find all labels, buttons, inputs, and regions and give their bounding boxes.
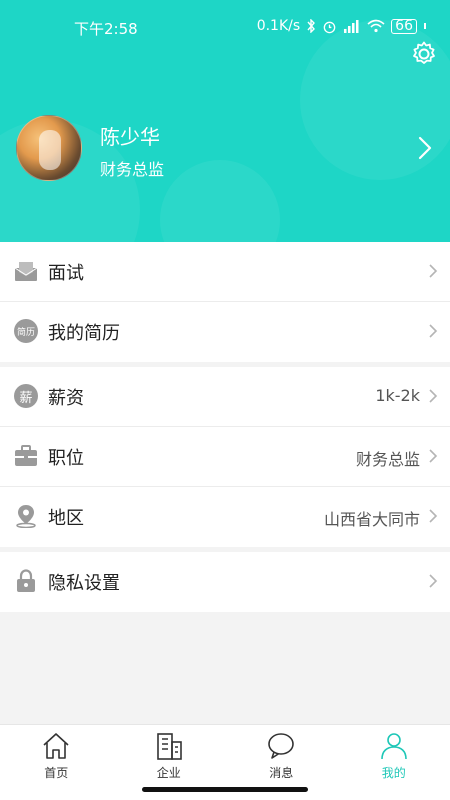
person-icon (380, 733, 407, 760)
tab-label: 首页 (44, 766, 69, 780)
menu-item-salary[interactable]: 薪 薪资 1k-2k (0, 367, 450, 427)
chat-bubble-icon (268, 733, 295, 759)
battery-level: 66 (395, 18, 413, 34)
settings-gear-icon[interactable] (410, 40, 438, 68)
home-indicator[interactable] (142, 787, 308, 792)
menu-label: 薪资 (48, 388, 84, 409)
salary-badge: 薪 (14, 384, 38, 408)
location-pin-icon (14, 504, 38, 528)
home-icon (43, 733, 69, 759)
menu-section-2: 薪 薪资 1k-2k 职位 财务总监 地区 山西省大同市 (0, 367, 450, 547)
signal-icon (344, 20, 359, 33)
menu-label: 我的简历 (48, 323, 120, 344)
salary-icon: 薪 (14, 384, 38, 408)
chevron-right-icon (429, 389, 438, 403)
battery-tip (424, 23, 426, 29)
menu-section-1: 面试 简历 我的简历 (0, 242, 450, 362)
menu-item-privacy[interactable]: 隐私设置 (0, 552, 450, 612)
menu-label: 职位 (48, 448, 84, 469)
wifi-icon (367, 19, 385, 33)
chevron-right-icon (429, 574, 438, 588)
resume-badge: 简历 (14, 319, 38, 343)
profile-chevron-right-icon[interactable] (418, 136, 432, 160)
lock-icon (14, 569, 38, 593)
salary-value: 1k-2k (375, 386, 420, 405)
menu-label: 面试 (48, 263, 84, 284)
tab-home[interactable]: 首页 (0, 725, 113, 785)
alarm-icon (323, 21, 336, 33)
bluetooth-icon (307, 19, 316, 33)
network-speed: 0.1K/s (256, 18, 301, 34)
profile-job-title: 财务总监 (100, 160, 165, 179)
chevron-right-icon (429, 324, 438, 338)
menu-item-resume[interactable]: 简历 我的简历 (0, 302, 450, 362)
status-bar: 下午2:58 0.1K/s 66 (0, 0, 450, 52)
position-value: 财务总监 (355, 450, 420, 469)
status-time: 下午2:58 (74, 20, 138, 38)
tab-messages[interactable]: 消息 (225, 725, 338, 785)
status-icons: 0.1K/s 66 (257, 18, 426, 34)
battery-icon: 66 (391, 18, 417, 34)
tab-me[interactable]: 我的 (338, 725, 450, 785)
interview-mail-icon (14, 259, 38, 283)
menu-label: 地区 (48, 508, 84, 529)
resume-icon: 简历 (14, 319, 38, 343)
menu-item-region[interactable]: 地区 山西省大同市 (0, 487, 450, 547)
tab-label: 企业 (156, 766, 181, 780)
chevron-right-icon (429, 264, 438, 278)
menu-item-position[interactable]: 职位 财务总监 (0, 427, 450, 487)
menu-section-3: 隐私设置 (0, 552, 450, 612)
avatar[interactable] (16, 115, 82, 181)
tab-company[interactable]: 企业 (113, 725, 226, 785)
tab-label: 消息 (269, 766, 294, 780)
briefcase-icon (14, 444, 38, 468)
region-value: 山西省大同市 (323, 510, 420, 529)
header-decoration (160, 160, 280, 242)
menu-item-interview[interactable]: 面试 (0, 242, 450, 302)
chevron-right-icon (429, 449, 438, 463)
profile-name: 陈少华 (100, 125, 160, 149)
building-icon (156, 733, 182, 760)
menu-label: 隐私设置 (48, 573, 120, 594)
tab-label: 我的 (381, 766, 406, 780)
chevron-right-icon (429, 509, 438, 523)
